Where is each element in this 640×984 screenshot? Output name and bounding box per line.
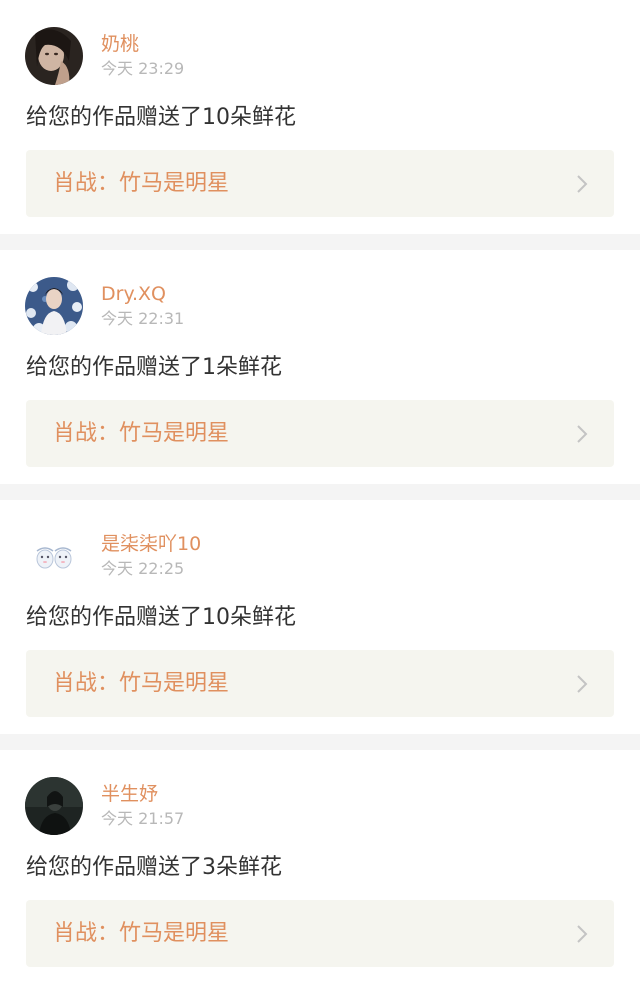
work-title: 肖战：竹马是明星 <box>53 671 230 696</box>
notification-card: 半生妤 今天 21:57 给您的作品赠送了3朵鲜花 肖战：竹马是明星 <box>0 750 640 984</box>
gift-message: 给您的作品赠送了1朵鲜花 <box>26 355 282 380</box>
gift-notification-feed: 奶桃 今天 23:29 给您的作品赠送了10朵鲜花 肖战：竹马是明星 Dry.X… <box>0 0 640 984</box>
username[interactable]: 是柒柒吖10 <box>101 532 201 556</box>
avatar[interactable] <box>25 27 83 85</box>
chevron-right-icon <box>576 674 588 694</box>
timestamp: 今天 21:57 <box>101 809 185 828</box>
avatar[interactable] <box>25 527 83 585</box>
username[interactable]: 奶桃 <box>101 32 139 56</box>
work-title: 肖战：竹马是明星 <box>53 421 230 446</box>
notification-card: Dry.XQ 今天 22:31 给您的作品赠送了1朵鲜花 肖战：竹马是明星 <box>0 250 640 484</box>
work-title: 肖战：竹马是明星 <box>53 921 230 946</box>
work-link[interactable]: 肖战：竹马是明星 <box>26 900 614 967</box>
gift-message: 给您的作品赠送了10朵鲜花 <box>26 605 296 630</box>
chevron-right-icon <box>576 424 588 444</box>
username[interactable]: 半生妤 <box>101 782 158 806</box>
chevron-right-icon <box>576 174 588 194</box>
dark-portrait-avatar-icon <box>25 27 83 85</box>
flower-portrait-avatar-icon <box>25 277 83 335</box>
chevron-right-icon <box>576 924 588 944</box>
notification-card: 是柒柒吖10 今天 22:25 给您的作品赠送了10朵鲜花 肖战：竹马是明星 <box>0 500 640 734</box>
timestamp: 今天 22:25 <box>101 559 185 578</box>
gift-message: 给您的作品赠送了10朵鲜花 <box>26 105 296 130</box>
work-link[interactable]: 肖战：竹马是明星 <box>26 150 614 217</box>
work-link[interactable]: 肖战：竹马是明星 <box>26 650 614 717</box>
notification-card: 奶桃 今天 23:29 给您的作品赠送了10朵鲜花 肖战：竹马是明星 <box>0 0 640 234</box>
gift-message: 给您的作品赠送了3朵鲜花 <box>26 855 282 880</box>
timestamp: 今天 22:31 <box>101 309 185 328</box>
work-link[interactable]: 肖战：竹马是明星 <box>26 400 614 467</box>
avatar[interactable] <box>25 277 83 335</box>
avatar[interactable] <box>25 777 83 835</box>
dark-figure-avatar-icon <box>25 777 83 835</box>
work-title: 肖战：竹马是明星 <box>53 171 230 196</box>
cartoon-avatar-icon <box>25 527 83 585</box>
username[interactable]: Dry.XQ <box>101 282 166 306</box>
timestamp: 今天 23:29 <box>101 59 185 78</box>
